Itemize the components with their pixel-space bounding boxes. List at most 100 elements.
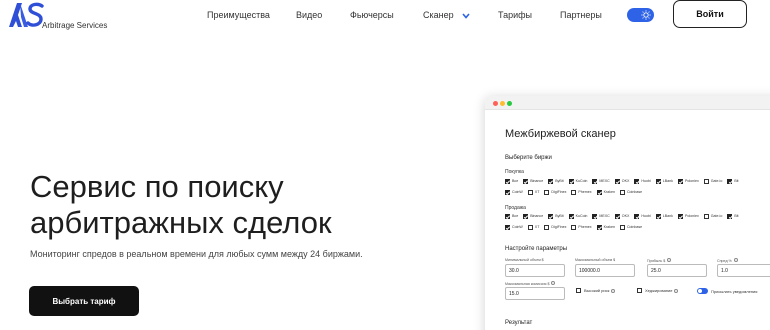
buy-exchange-coinbase[interactable]: Coinbase: [619, 189, 642, 195]
checkbox[interactable]: [677, 213, 683, 219]
buy-exchange-lbank[interactable]: LBank: [655, 178, 673, 184]
nav-scanner[interactable]: Сканер: [423, 10, 470, 20]
nav-tariffs[interactable]: Тарифы: [498, 10, 532, 20]
login-button[interactable]: Войти: [673, 0, 747, 28]
checkbox[interactable]: [637, 288, 642, 293]
checkbox[interactable]: [703, 178, 709, 184]
sell-exchange-okx[interactable]: OKX: [614, 213, 629, 219]
theme-toggle[interactable]: [627, 8, 654, 22]
checkbox[interactable]: [568, 178, 574, 184]
sell-exchange-huobi[interactable]: Huobi: [634, 213, 651, 219]
checkbox[interactable]: [677, 178, 683, 184]
checkbox[interactable]: [505, 178, 510, 184]
sell-exchange-bybit[interactable]: ByBit: [548, 213, 564, 219]
checkbox[interactable]: [576, 288, 581, 293]
checkbox[interactable]: [614, 178, 620, 184]
sell-exchange-xt[interactable]: XT: [527, 224, 539, 230]
checkbox[interactable]: [592, 213, 598, 219]
min-volume-param: Минимальный объем $ 30.0: [505, 258, 565, 277]
buy-exchange-xt[interactable]: XT: [527, 189, 539, 195]
max-volume-input[interactable]: 100000.0: [575, 264, 635, 277]
checkbox[interactable]: [619, 189, 625, 195]
sell-exchange-all[interactable]: Все: [505, 213, 518, 219]
sell-exchange-digifinex[interactable]: DigiFinex: [544, 224, 566, 230]
sell-exchange-binance[interactable]: Binance: [523, 213, 543, 219]
sell-exchange-coinbase[interactable]: Coinbase: [619, 224, 642, 230]
checkbox[interactable]: [523, 178, 529, 184]
buy-exchange-binance[interactable]: Binance: [523, 178, 543, 184]
sell-exchanges-row2: CoinW XT DigiFinex Phemex Kraken Coinbas…: [505, 223, 647, 231]
notifications-toggle[interactable]: [697, 288, 708, 294]
checkbox[interactable]: [548, 178, 554, 184]
checkbox[interactable]: [505, 213, 510, 219]
checkbox[interactable]: [592, 178, 598, 184]
choose-tariff-button[interactable]: Выбрать тариф: [29, 286, 139, 316]
info-icon[interactable]: [667, 258, 672, 262]
buy-exchange-bybit[interactable]: ByBit: [548, 178, 564, 184]
notifications-option[interactable]: Присылать уведомления: [697, 288, 757, 294]
logo[interactable]: Arbitrage Services: [8, 2, 128, 32]
checkbox[interactable]: [596, 224, 602, 230]
checkbox[interactable]: [523, 213, 529, 219]
hedging-option[interactable]: Хеджирование: [637, 288, 679, 293]
buy-exchange-phemex[interactable]: Phemex: [571, 189, 592, 195]
sell-exchange-phemex[interactable]: Phemex: [571, 224, 592, 230]
high-risk-option[interactable]: Высокий риск: [576, 288, 616, 293]
profit-input[interactable]: 25.0: [647, 264, 707, 277]
buy-exchange-all[interactable]: Все: [505, 178, 518, 184]
sell-exchange-poloniex[interactable]: Poloniex: [677, 213, 699, 219]
sell-exchange-bit[interactable]: Bit: [727, 213, 739, 219]
info-icon[interactable]: [674, 288, 679, 293]
info-icon[interactable]: [551, 281, 556, 285]
checkbox[interactable]: [634, 213, 640, 219]
buy-exchange-huobi[interactable]: Huobi: [634, 178, 651, 184]
nav-futures[interactable]: Фьючерсы: [350, 10, 394, 20]
checkbox[interactable]: [614, 213, 620, 219]
sell-exchange-lbank[interactable]: LBank: [655, 213, 673, 219]
nav-partners[interactable]: Партнеры: [560, 10, 602, 20]
checkbox[interactable]: [703, 213, 709, 219]
checkbox[interactable]: [571, 189, 577, 195]
info-icon[interactable]: [611, 288, 616, 293]
checkbox[interactable]: [655, 178, 661, 184]
buy-exchange-digifinex[interactable]: DigiFinex: [544, 189, 566, 195]
buy-exchange-mexc[interactable]: MEXC: [592, 178, 610, 184]
sell-exchange-coinw[interactable]: CoinW: [505, 224, 523, 230]
checkbox[interactable]: [527, 224, 533, 230]
sell-exchange-kucoin[interactable]: KuCoin: [568, 213, 587, 219]
buy-exchange-gateio[interactable]: Gate.io: [703, 178, 722, 184]
checkbox[interactable]: [619, 224, 625, 230]
sell-exchange-kraken[interactable]: Kraken: [596, 224, 615, 230]
checkbox[interactable]: [544, 224, 550, 230]
checkbox[interactable]: [727, 213, 733, 219]
buy-exchange-okx[interactable]: OKX: [614, 178, 629, 184]
checkbox[interactable]: [655, 213, 661, 219]
nav-advantages[interactable]: Преимущества: [207, 10, 270, 20]
sell-exchanges-row1: Все Binance ByBit KuCoin MEXC OKX Huobi …: [505, 212, 744, 220]
checkbox[interactable]: [634, 178, 640, 184]
buy-exchange-kucoin[interactable]: KuCoin: [568, 178, 587, 184]
nav-video[interactable]: Видео: [296, 10, 322, 20]
sell-exchange-mexc[interactable]: MEXC: [592, 213, 610, 219]
checkbox[interactable]: [568, 213, 574, 219]
logo-text: Arbitrage Services: [42, 21, 108, 30]
checkbox[interactable]: [727, 178, 733, 184]
checkbox[interactable]: [505, 224, 510, 230]
info-icon[interactable]: [733, 258, 738, 262]
checkbox[interactable]: [571, 224, 577, 230]
max-fee-input[interactable]: 15.0: [505, 287, 565, 300]
min-volume-input[interactable]: 30.0: [505, 264, 565, 277]
checkbox[interactable]: [596, 189, 602, 195]
checkbox[interactable]: [544, 189, 550, 195]
buy-exchange-poloniex[interactable]: Poloniex: [677, 178, 699, 184]
choose-exchanges-label: Выберите биржи: [505, 155, 552, 161]
spread-input[interactable]: 1.0: [717, 264, 770, 277]
buy-exchange-bit[interactable]: Bit: [727, 178, 739, 184]
result-label: Результат: [505, 320, 533, 326]
checkbox[interactable]: [505, 189, 510, 195]
buy-exchange-coinw[interactable]: CoinW: [505, 189, 523, 195]
sell-exchange-gateio[interactable]: Gate.io: [703, 213, 722, 219]
buy-exchange-kraken[interactable]: Kraken: [596, 189, 615, 195]
checkbox[interactable]: [527, 189, 533, 195]
checkbox[interactable]: [548, 213, 554, 219]
